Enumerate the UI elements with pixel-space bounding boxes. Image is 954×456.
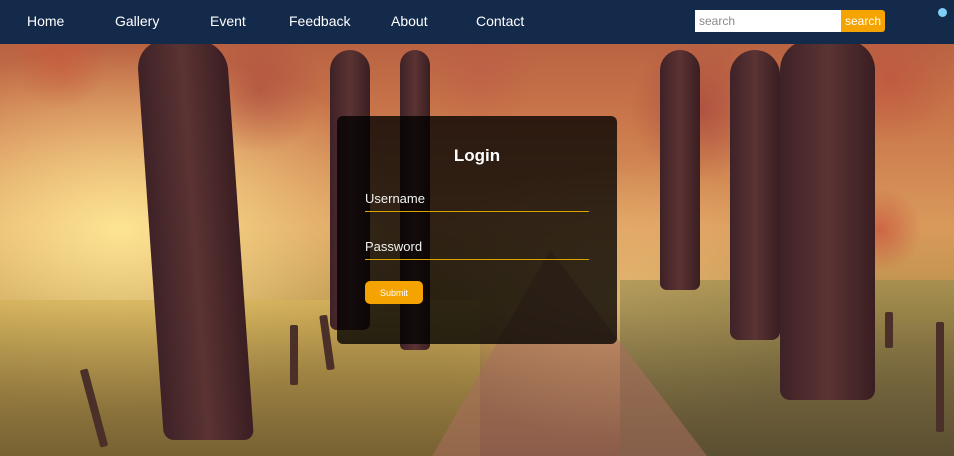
nav-about[interactable]: About	[391, 13, 428, 29]
username-field-wrapper	[365, 187, 589, 212]
nav-feedback[interactable]: Feedback	[289, 13, 350, 29]
username-field[interactable]	[365, 187, 589, 209]
nav-home[interactable]: Home	[27, 13, 64, 29]
login-title: Login	[453, 146, 501, 165]
tree-trunk	[660, 50, 700, 290]
fence-post	[290, 325, 298, 385]
tree-trunk	[730, 50, 780, 340]
navbar: Home Gallery Event Feedback About Contac…	[0, 0, 954, 44]
tree-trunk	[780, 40, 875, 400]
login-form: Login Submit	[337, 116, 617, 344]
nav-contact[interactable]: Contact	[476, 13, 524, 29]
password-field-wrapper	[365, 235, 589, 260]
nav-event[interactable]: Event	[210, 13, 246, 29]
search-input[interactable]	[695, 10, 841, 32]
notification-dot-icon	[938, 8, 947, 17]
submit-button[interactable]: Submit	[365, 281, 423, 304]
fence-post	[936, 322, 944, 432]
search-button[interactable]: search	[841, 10, 885, 32]
fence-post	[885, 312, 893, 348]
nav-gallery[interactable]: Gallery	[115, 13, 159, 29]
password-field[interactable]	[365, 235, 589, 257]
